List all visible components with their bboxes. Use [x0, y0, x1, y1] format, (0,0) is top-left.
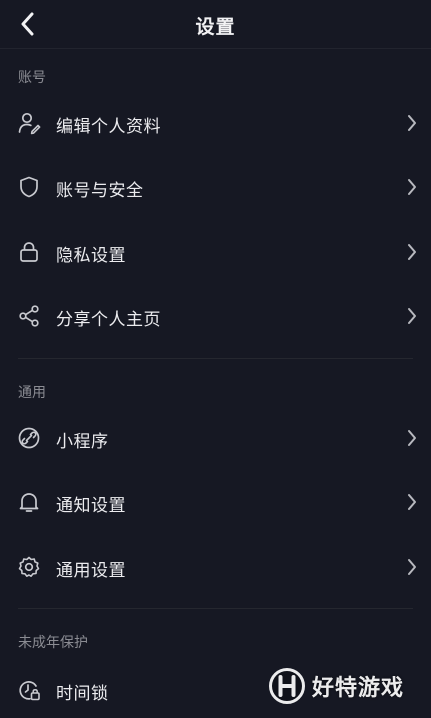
chevron-right-icon — [408, 244, 416, 260]
settings-item-label: 通知设置 — [56, 496, 126, 516]
bell-icon — [19, 493, 39, 512]
settings-item-notifications[interactable]: 通知设置 — [0, 474, 431, 530]
settings-item-account-security[interactable]: 账号与安全 — [0, 159, 431, 215]
section-divider — [18, 358, 413, 359]
watermark-badge-icon — [269, 668, 305, 704]
header-bar: 设置 — [0, 0, 431, 49]
lock-icon — [20, 242, 38, 262]
settings-item-label: 小程序 — [56, 432, 109, 452]
watermark-logo: 好特游戏 — [268, 664, 428, 708]
shield-icon — [20, 176, 38, 198]
settings-item-label: 账号与安全 — [56, 181, 144, 201]
gear-icon — [18, 556, 40, 577]
chevron-right-icon — [408, 494, 416, 510]
section-label-general: 通用 — [18, 385, 46, 401]
page-title: 设置 — [195, 16, 236, 38]
settings-item-edit-profile[interactable]: 编辑个人资料 — [0, 95, 431, 151]
settings-item-label: 隐私设置 — [56, 246, 126, 266]
user-edit-icon — [18, 112, 41, 135]
chevron-right-icon — [408, 559, 416, 575]
mini-program-icon — [18, 427, 40, 449]
time-lock-icon — [19, 681, 40, 701]
watermark-text: 好特游戏 — [312, 676, 405, 701]
settings-item-share-profile[interactable]: 分享个人主页 — [0, 288, 431, 344]
section-label-minor-protection: 未成年保护 — [18, 635, 88, 651]
chevron-right-icon — [408, 308, 416, 324]
settings-item-label: 分享个人主页 — [56, 310, 161, 330]
chevron-right-icon — [408, 430, 416, 446]
settings-item-privacy[interactable]: 隐私设置 — [0, 224, 431, 280]
settings-item-mini-program[interactable]: 小程序 — [0, 410, 431, 466]
section-label-account: 账号 — [18, 70, 46, 86]
share-icon — [19, 305, 39, 327]
settings-item-general-settings[interactable]: 通用设置 — [0, 539, 431, 595]
settings-item-label: 编辑个人资料 — [56, 117, 161, 137]
section-divider — [18, 608, 413, 609]
settings-item-label: 时间锁 — [56, 684, 109, 704]
chevron-right-icon — [408, 179, 416, 195]
settings-item-label: 通用设置 — [56, 561, 126, 581]
chevron-right-icon — [408, 115, 416, 131]
